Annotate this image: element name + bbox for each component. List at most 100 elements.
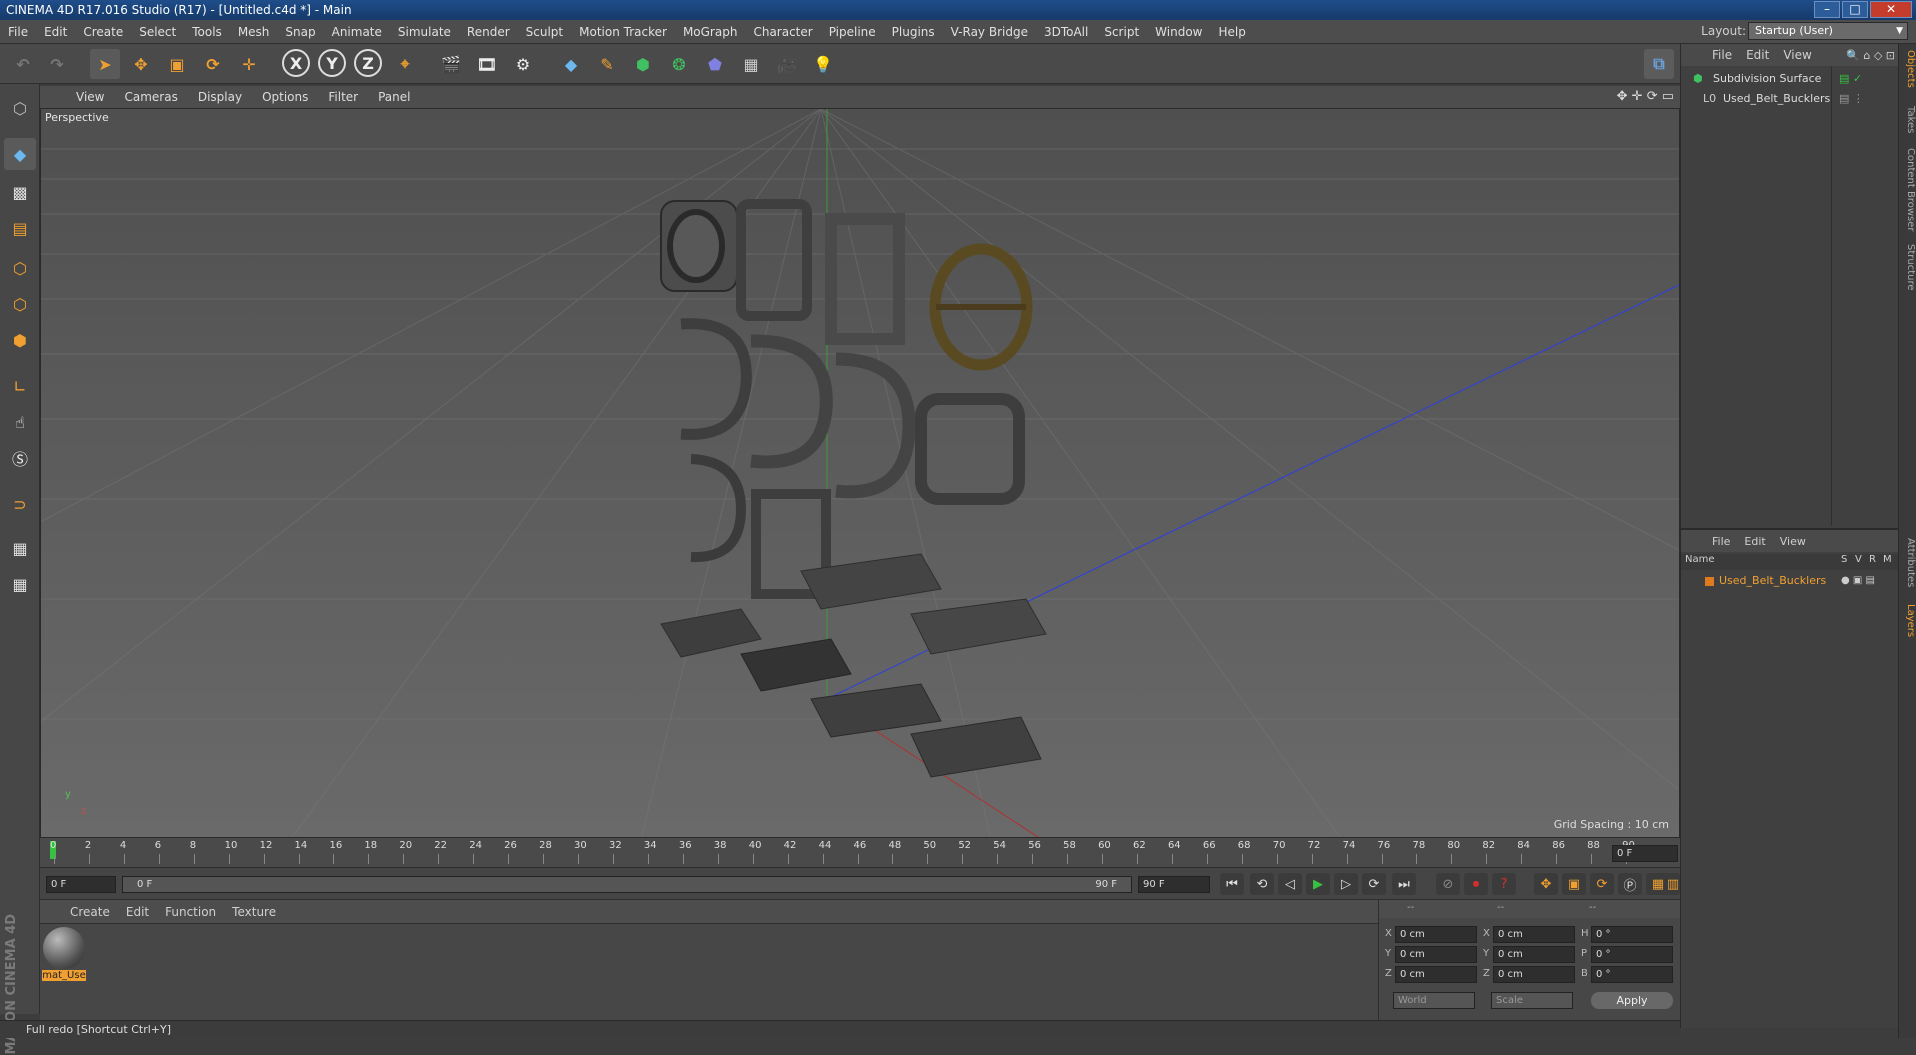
axis-mode-icon[interactable]: ∟ xyxy=(4,370,36,402)
menu-window[interactable]: Window xyxy=(1147,25,1210,39)
material-menu-texture[interactable]: Texture xyxy=(224,905,284,919)
previous-frame-icon[interactable]: ◁ xyxy=(1278,873,1302,895)
object-menu-view[interactable]: View xyxy=(1776,48,1818,62)
tab-structure[interactable]: Structure xyxy=(1900,244,1916,291)
menu-plugins[interactable]: Plugins xyxy=(884,25,943,39)
camera-icon[interactable]: 🎥 xyxy=(772,49,802,79)
select-pointer-icon[interactable]: ➤ xyxy=(90,49,120,79)
floor-icon[interactable]: ▦ xyxy=(736,49,766,79)
tab-content-browser[interactable]: Content Browser xyxy=(1900,148,1916,231)
size-y-field[interactable]: 0 cm xyxy=(1493,946,1575,963)
scale-icon[interactable]: ▣ xyxy=(162,49,192,79)
menu-create[interactable]: Create xyxy=(75,25,131,39)
cube-icon[interactable]: ◆ xyxy=(556,49,586,79)
edges-mode-icon[interactable]: ⬡ xyxy=(4,288,36,320)
render-view-icon[interactable]: 🎬 xyxy=(436,49,466,79)
menu-animate[interactable]: Animate xyxy=(324,25,390,39)
workplane-icon[interactable]: ▤ xyxy=(4,212,36,244)
viewport-menu-filter[interactable]: Filter xyxy=(318,90,368,104)
transform-icon[interactable]: ✛ xyxy=(234,49,264,79)
layer-menu-edit[interactable]: Edit xyxy=(1737,535,1772,548)
menu-help[interactable]: Help xyxy=(1210,25,1253,39)
menu-tools[interactable]: Tools xyxy=(184,25,230,39)
layer-menu-file[interactable]: File xyxy=(1705,535,1737,548)
scale-key-icon[interactable]: ▣ xyxy=(1562,873,1586,895)
end-frame-field[interactable]: 90 F xyxy=(1138,876,1210,893)
python-icon[interactable]: ⧉ xyxy=(1644,49,1674,79)
perspective-viewport[interactable]: y z Perspective Grid Spacing : 10 cm xyxy=(40,108,1680,838)
planar-workplane-icon[interactable]: ▦ xyxy=(4,568,36,600)
tab-takes[interactable]: Takes xyxy=(1900,106,1916,133)
autokey-icon[interactable]: ? xyxy=(1492,873,1516,895)
viewport-menu-options[interactable]: Options xyxy=(252,90,318,104)
layout-dropdown[interactable]: Startup (User) ▼ xyxy=(1748,22,1908,40)
material-menu-edit[interactable]: Edit xyxy=(118,905,157,919)
magnet-icon[interactable]: ⊃ xyxy=(4,488,36,520)
maximize-button[interactable]: □ xyxy=(1842,1,1868,18)
object-menu-edit[interactable]: Edit xyxy=(1739,48,1776,62)
model-mode-icon[interactable]: ◆ xyxy=(4,138,36,170)
position-y-field[interactable]: 0 cm xyxy=(1395,946,1477,963)
position-z-field[interactable]: 0 cm xyxy=(1395,966,1477,983)
menu-file[interactable]: File xyxy=(0,25,36,39)
tweak-mode-icon[interactable]: ☝ xyxy=(4,406,36,438)
tab-objects[interactable]: Objects xyxy=(1900,50,1916,88)
next-frame-icon[interactable]: ▷ xyxy=(1334,873,1358,895)
preview-range-slider[interactable]: 0 F 90 F xyxy=(122,876,1132,893)
menu-simulate[interactable]: Simulate xyxy=(390,25,459,39)
rotate-icon[interactable]: ⟳ xyxy=(198,49,228,79)
locked-workplane-icon[interactable]: ▦ xyxy=(4,532,36,564)
position-x-field[interactable]: 0 cm xyxy=(1395,926,1477,943)
menu-mograph[interactable]: MoGraph xyxy=(675,25,746,39)
next-key-icon[interactable]: ⟳ xyxy=(1362,873,1386,895)
material-menu-create[interactable]: Create xyxy=(62,905,118,919)
menu-edit[interactable]: Edit xyxy=(36,25,75,39)
undo-icon[interactable]: ↶ xyxy=(8,49,38,79)
apply-button[interactable]: Apply xyxy=(1591,992,1673,1009)
coord-space-select[interactable]: World xyxy=(1393,992,1475,1009)
menu-vray-bridge[interactable]: V-Ray Bridge xyxy=(943,25,1036,39)
render-settings-icon[interactable]: ⚙ xyxy=(508,49,538,79)
deformer-icon[interactable]: ⬟ xyxy=(700,49,730,79)
viewport-menu-display[interactable]: Display xyxy=(188,90,252,104)
texture-mode-icon[interactable]: ▩ xyxy=(4,176,36,208)
play-icon[interactable]: ▶ xyxy=(1306,873,1330,895)
viewport-menu-panel[interactable]: Panel xyxy=(368,90,420,104)
make-editable-icon[interactable]: ⬡ xyxy=(4,92,36,124)
menu-3dtoall[interactable]: 3DToAll xyxy=(1036,25,1096,39)
menu-pipeline[interactable]: Pipeline xyxy=(821,25,884,39)
timeline-layout-icon[interactable]: ▥ xyxy=(1666,873,1680,895)
snapping-icon[interactable]: Ⓢ xyxy=(4,442,36,474)
size-x-field[interactable]: 0 cm xyxy=(1493,926,1575,943)
rotation-p-field[interactable]: 0 ° xyxy=(1591,946,1673,963)
z-axis-button[interactable]: Z xyxy=(354,49,382,77)
x-axis-button[interactable]: X xyxy=(282,49,310,77)
menu-render[interactable]: Render xyxy=(459,25,518,39)
pen-spline-icon[interactable]: ✎ xyxy=(592,49,622,79)
current-frame-field[interactable]: 0 F xyxy=(1612,845,1678,862)
record-icon[interactable]: ⏺ xyxy=(1464,873,1488,895)
menu-character[interactable]: Character xyxy=(745,25,820,39)
viewport-menu-cameras[interactable]: Cameras xyxy=(114,90,187,104)
keyframe-selection-icon[interactable]: ⊘ xyxy=(1436,873,1460,895)
polygons-mode-icon[interactable]: ⬢ xyxy=(4,324,36,356)
viewport-menu-view[interactable]: View xyxy=(66,90,114,104)
go-to-start-icon[interactable]: ⏮ xyxy=(1220,873,1244,895)
y-axis-button[interactable]: Y xyxy=(318,49,346,77)
position-key-icon[interactable]: ✥ xyxy=(1534,873,1558,895)
material-swatch[interactable]: mat_Use xyxy=(42,926,86,984)
timeline-ruler[interactable]: 0 2 4 6 8 10 12 14 16 18 20 22 24 26 28 30 32 34 36 38 40 42 4… xyxy=(40,838,1680,868)
mograph-cloner-icon[interactable]: ❂ xyxy=(664,49,694,79)
redo-icon[interactable]: ↷ xyxy=(42,49,72,79)
menu-motion-tracker[interactable]: Motion Tracker xyxy=(571,25,675,39)
menu-snap[interactable]: Snap xyxy=(277,25,323,39)
minimize-button[interactable]: – xyxy=(1814,1,1840,18)
coord-mode-select[interactable]: Scale xyxy=(1491,992,1573,1009)
menu-sculpt[interactable]: Sculpt xyxy=(518,25,571,39)
tab-attributes[interactable]: Attributes xyxy=(1900,538,1916,587)
menu-mesh[interactable]: Mesh xyxy=(230,25,278,39)
size-z-field[interactable]: 0 cm xyxy=(1493,966,1575,983)
rotation-key-icon[interactable]: ⟳ xyxy=(1590,873,1614,895)
parameter-key-icon[interactable]: Ⓟ xyxy=(1618,873,1642,895)
object-menu-file[interactable]: File xyxy=(1705,48,1739,62)
